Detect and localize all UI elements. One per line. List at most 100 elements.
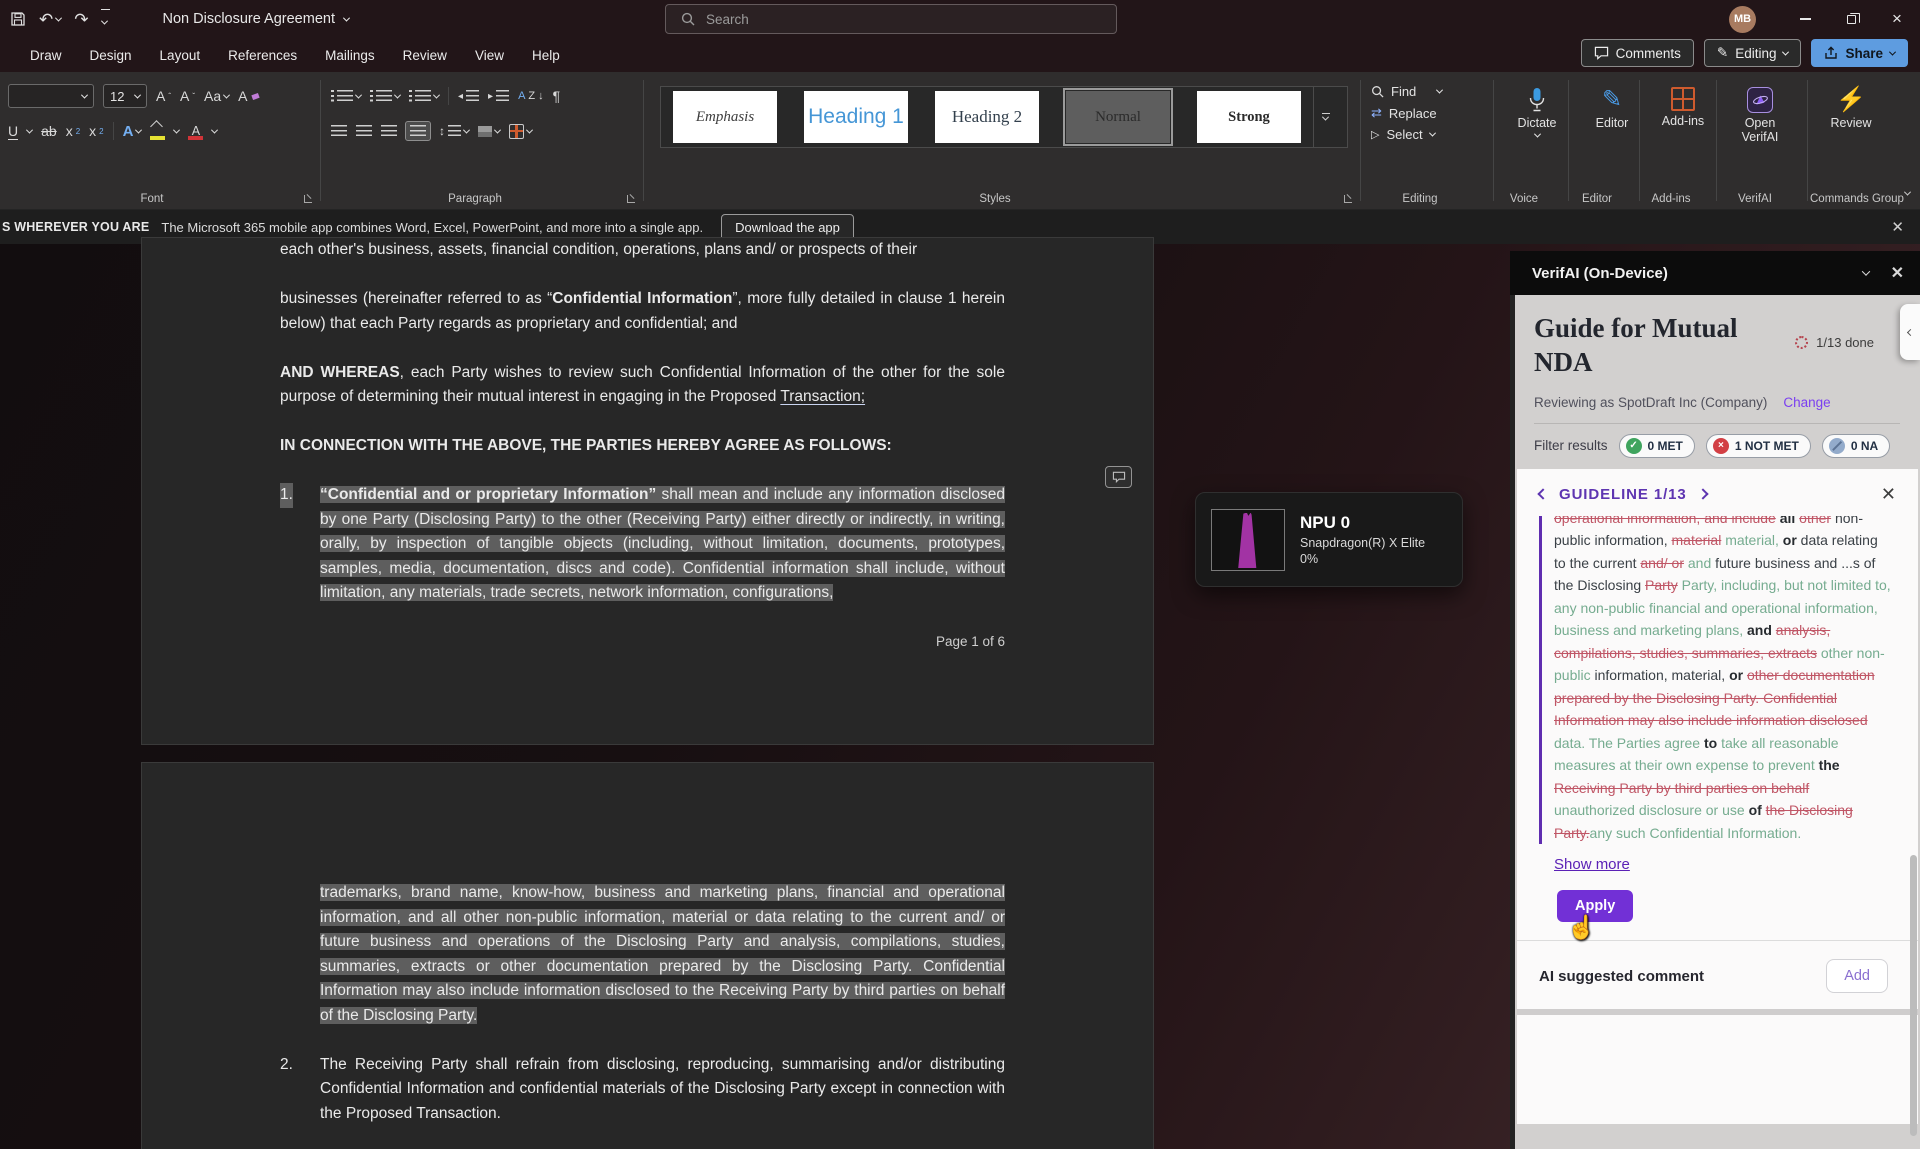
share-button[interactable]: Share bbox=[1811, 39, 1908, 67]
tab-draw[interactable]: Draw bbox=[16, 42, 76, 69]
font-name-combobox[interactable] bbox=[8, 84, 94, 108]
filter-badge-not-met[interactable]: ×1 NOT MET bbox=[1706, 434, 1811, 458]
style-strong[interactable]: Strong bbox=[1197, 91, 1301, 143]
select-button[interactable]: ▷ Select bbox=[1371, 127, 1485, 142]
numbering-button[interactable] bbox=[370, 90, 400, 102]
editing-group-label: Editing bbox=[1363, 193, 1477, 205]
highlight-color-button[interactable] bbox=[150, 124, 165, 139]
verifai-group-label: VerifAI bbox=[1719, 193, 1791, 205]
increase-indent-button[interactable]: ▸ bbox=[488, 90, 509, 102]
decrease-indent-button[interactable]: ◂ bbox=[458, 90, 479, 102]
doc-list-item-1: 1. “Confidential and or proprietary Info… bbox=[280, 483, 1005, 606]
open-verifai-button[interactable]: Open VerifAI bbox=[1727, 80, 1793, 145]
microphone-icon bbox=[1527, 87, 1547, 113]
search-input[interactable] bbox=[706, 12, 1066, 27]
page-footer: Page 1 of 6 bbox=[280, 630, 1005, 655]
document-title[interactable]: Non Disclosure Agreement bbox=[163, 11, 349, 27]
guideline-close-icon[interactable]: ✕ bbox=[1881, 484, 1896, 505]
change-case-button[interactable]: Aa bbox=[204, 88, 229, 104]
previous-guideline-button[interactable] bbox=[1539, 485, 1547, 503]
banner-close-icon[interactable]: ✕ bbox=[1891, 218, 1904, 236]
open-verifai-label: Open VerifAI bbox=[1729, 116, 1791, 145]
dictate-button[interactable]: Dictate bbox=[1504, 80, 1570, 138]
show-formatting-marks-button[interactable]: ¶ bbox=[553, 88, 561, 104]
change-link[interactable]: Change bbox=[1783, 395, 1830, 410]
underline-button[interactable]: U bbox=[8, 123, 18, 140]
customize-quick-access-button[interactable] bbox=[102, 9, 107, 30]
justify-button[interactable] bbox=[406, 122, 430, 140]
addins-button[interactable]: Add-ins bbox=[1650, 80, 1716, 128]
font-color-button[interactable]: A bbox=[188, 124, 203, 139]
styles-gallery-more-button[interactable] bbox=[1313, 87, 1337, 147]
comments-button[interactable]: Comments bbox=[1581, 39, 1694, 67]
multilevel-list-button[interactable] bbox=[409, 90, 439, 102]
save-button[interactable] bbox=[10, 11, 26, 27]
shading-button[interactable] bbox=[478, 126, 500, 137]
font-size-combobox[interactable]: 12 bbox=[103, 84, 147, 108]
document-page-2[interactable]: trademarks, brand name, know-how, busine… bbox=[142, 763, 1153, 1149]
line-spacing-button[interactable]: ↕ bbox=[439, 124, 469, 138]
addins-group-label: Add-ins bbox=[1642, 193, 1700, 205]
add-comment-button[interactable]: Add bbox=[1826, 959, 1888, 993]
align-center-button[interactable] bbox=[356, 125, 372, 137]
subscript-button[interactable]: x2 bbox=[66, 123, 80, 139]
panel-scrollbar[interactable] bbox=[1910, 855, 1917, 1136]
tab-view[interactable]: View bbox=[461, 42, 518, 69]
collapse-ribbon-button[interactable] bbox=[1905, 183, 1910, 201]
ai-comment-label: AI suggested comment bbox=[1539, 968, 1704, 985]
tab-review[interactable]: Review bbox=[389, 42, 461, 69]
filter-badge-na[interactable]: 0 NA bbox=[1822, 434, 1890, 458]
panel-close-icon[interactable]: ✕ bbox=[1891, 263, 1904, 283]
tab-layout[interactable]: Layout bbox=[146, 42, 215, 69]
replace-button[interactable]: ⇄ Replace bbox=[1371, 105, 1485, 121]
avatar[interactable]: MB bbox=[1729, 6, 1756, 33]
restore-button[interactable] bbox=[1828, 0, 1874, 38]
strikethrough-button[interactable]: ab bbox=[41, 123, 57, 139]
style-heading-1[interactable]: Heading 1 bbox=[804, 91, 908, 143]
search-bar[interactable] bbox=[665, 4, 1117, 34]
bullets-button[interactable] bbox=[331, 90, 361, 102]
superscript-button[interactable]: x2 bbox=[89, 123, 103, 139]
commands-group-label: Commands Group bbox=[1810, 193, 1892, 205]
grow-font-button[interactable]: Aˆ bbox=[156, 88, 171, 104]
document-page-1[interactable]: each other's business, assets, financial… bbox=[142, 238, 1153, 744]
comment-icon bbox=[1594, 46, 1609, 60]
tab-design[interactable]: Design bbox=[76, 42, 146, 69]
style-normal[interactable]: Normal bbox=[1066, 91, 1170, 143]
panel-side-collapse-tab[interactable] bbox=[1900, 304, 1920, 360]
align-left-button[interactable] bbox=[331, 125, 347, 137]
clear-formatting-button[interactable]: A bbox=[238, 88, 258, 104]
text-effects-button[interactable]: A bbox=[123, 123, 142, 140]
align-right-button[interactable] bbox=[381, 125, 397, 137]
borders-button[interactable] bbox=[509, 124, 532, 139]
font-dialog-launcher[interactable] bbox=[304, 195, 312, 203]
download-app-button[interactable]: Download the app bbox=[721, 214, 854, 241]
editing-mode-button[interactable]: ✎ Editing bbox=[1704, 39, 1802, 67]
paragraph-dialog-launcher[interactable] bbox=[627, 195, 635, 203]
comment-indicator-button[interactable] bbox=[1105, 466, 1132, 488]
redo-button[interactable]: ↷ bbox=[74, 11, 88, 28]
check-icon: ✓ bbox=[1626, 438, 1642, 454]
panel-collapse-icon[interactable] bbox=[1861, 267, 1869, 275]
editor-button[interactable]: ✎ Editor bbox=[1579, 80, 1645, 130]
shrink-font-button[interactable]: Aˇ bbox=[180, 88, 195, 104]
find-button[interactable]: Find bbox=[1371, 84, 1485, 99]
show-more-link[interactable]: Show more bbox=[1554, 856, 1630, 873]
review-command-button[interactable]: ⚡ Review bbox=[1818, 80, 1884, 130]
search-icon bbox=[681, 12, 695, 26]
filter-badge-met[interactable]: ✓0 MET bbox=[1619, 434, 1695, 458]
sort-button[interactable]: AZ↓ bbox=[518, 90, 544, 102]
tab-references[interactable]: References bbox=[214, 42, 311, 69]
tab-mailings[interactable]: Mailings bbox=[311, 42, 389, 69]
close-button[interactable]: × bbox=[1874, 0, 1920, 38]
style-emphasis[interactable]: Emphasis bbox=[673, 91, 777, 143]
undo-button[interactable]: ↶ bbox=[39, 11, 61, 28]
tab-help[interactable]: Help bbox=[518, 42, 574, 69]
minimize-button[interactable] bbox=[1782, 0, 1828, 38]
ribbon-tab-row: Draw Design Layout References Mailings R… bbox=[0, 38, 1920, 72]
style-heading-2[interactable]: Heading 2 bbox=[935, 91, 1039, 143]
next-guideline-button[interactable] bbox=[1699, 485, 1707, 503]
window-controls: MB × bbox=[1729, 0, 1920, 38]
styles-dialog-launcher[interactable] bbox=[1344, 195, 1352, 203]
chevron-down-icon bbox=[1436, 87, 1443, 94]
